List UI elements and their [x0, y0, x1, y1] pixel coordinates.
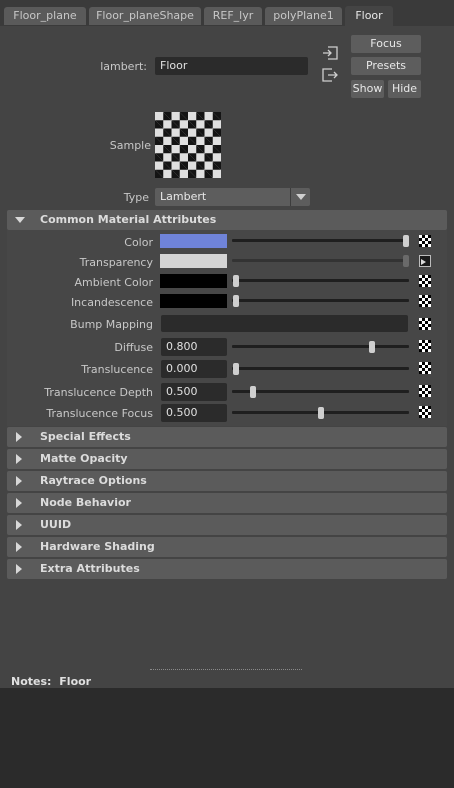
translucence-slider-handle[interactable] — [233, 363, 239, 375]
translucence-focus-label: Translucence Focus — [46, 407, 153, 420]
output-connections-icon[interactable] — [322, 68, 338, 82]
tab-polyplane1[interactable]: polyPlane1 — [265, 7, 342, 25]
section-common-material-attributes[interactable]: Common Material Attributes — [7, 210, 447, 230]
type-dropdown-value: Lambert — [160, 190, 207, 203]
triangle-right-icon — [16, 476, 22, 486]
tab-floor-plane[interactable]: Floor_plane — [4, 7, 86, 25]
sample-label: Sample — [109, 139, 151, 152]
focus-button[interactable]: Focus — [351, 35, 421, 53]
type-label: Type — [123, 191, 149, 204]
translucence-focus-field[interactable]: 0.500 — [161, 404, 227, 422]
triangle-right-icon — [16, 520, 22, 530]
notes-label-text: Notes: — [11, 675, 52, 688]
translucence-depth-slider-handle[interactable] — [250, 386, 256, 398]
tab-ref-lyr[interactable]: REF_lyr — [204, 7, 262, 25]
section-title: Extra Attributes — [40, 562, 140, 575]
notes-label: Notes: Floor — [11, 675, 91, 688]
tab-floor[interactable]: Floor — [345, 6, 393, 26]
section-extra-attributes[interactable]: Extra Attributes — [7, 559, 447, 579]
hide-button[interactable]: Hide — [388, 80, 421, 98]
incandescence-map-button[interactable] — [419, 295, 431, 307]
shader-name-field[interactable]: Floor — [155, 57, 308, 75]
diffuse-slider-handle[interactable] — [369, 341, 375, 353]
section-title: UUID — [40, 518, 72, 531]
diffuse-label: Diffuse — [114, 341, 153, 354]
presets-button[interactable]: Presets — [351, 57, 421, 75]
translucence-slider-track[interactable] — [232, 367, 409, 370]
color-slider-handle[interactable] — [403, 235, 409, 247]
ambient-color-map-button[interactable] — [419, 275, 431, 287]
translucence-depth-field[interactable]: 0.500 — [161, 383, 227, 401]
color-label: Color — [124, 236, 153, 249]
tab-floor-plane-shape[interactable]: Floor_planeShape — [89, 7, 201, 25]
transparency-slider-handle[interactable] — [403, 255, 409, 267]
bump-mapping-label: Bump Mapping — [70, 318, 153, 331]
translucence-depth-label: Translucence Depth — [44, 386, 153, 399]
section-title: Common Material Attributes — [40, 213, 217, 226]
translucence-depth-map-button[interactable] — [419, 385, 431, 397]
section-special-effects[interactable]: Special Effects — [7, 427, 447, 447]
bump-mapping-map-button[interactable] — [419, 318, 431, 330]
node-tab-bar: Floor_plane Floor_planeShape REF_lyr pol… — [0, 0, 454, 26]
ambient-color-swatch[interactable] — [160, 274, 227, 288]
section-title: Node Behavior — [40, 496, 131, 509]
triangle-right-icon — [16, 542, 22, 552]
notes-resize-handle[interactable] — [150, 669, 302, 670]
diffuse-map-button[interactable] — [419, 340, 431, 352]
section-title: Hardware Shading — [40, 540, 155, 553]
color-swatch[interactable] — [160, 234, 227, 248]
section-raytrace-options[interactable]: Raytrace Options — [7, 471, 447, 491]
diffuse-slider-track[interactable] — [232, 345, 409, 348]
translucence-focus-map-button[interactable] — [419, 406, 431, 418]
show-button[interactable]: Show — [351, 80, 384, 98]
notes-node-name: Floor — [59, 675, 92, 688]
input-connections-icon[interactable] — [322, 46, 338, 60]
transparency-slider-track[interactable] — [232, 259, 409, 262]
section-title: Raytrace Options — [40, 474, 147, 487]
translucence-field[interactable]: 0.000 — [161, 360, 227, 378]
bump-mapping-field[interactable] — [161, 315, 408, 332]
chevron-down-icon — [290, 188, 310, 206]
section-hardware-shading[interactable]: Hardware Shading — [7, 537, 447, 557]
shader-type-label: lambert: — [100, 60, 147, 73]
translucence-map-button[interactable] — [419, 362, 431, 374]
incandescence-swatch[interactable] — [160, 294, 227, 308]
triangle-right-icon — [16, 432, 22, 442]
triangle-down-icon — [15, 217, 25, 223]
ambient-color-label: Ambient Color — [74, 276, 153, 289]
incandescence-label: Incandescence — [70, 296, 153, 309]
translucence-depth-slider-track[interactable] — [232, 390, 409, 393]
incandescence-slider-handle[interactable] — [233, 295, 239, 307]
triangle-right-icon — [16, 564, 22, 574]
transparency-swatch[interactable] — [160, 254, 227, 268]
color-map-button[interactable] — [419, 235, 431, 247]
material-sample-swatch[interactable] — [155, 112, 221, 178]
triangle-right-icon — [16, 454, 22, 464]
ambient-color-slider-track[interactable] — [232, 279, 409, 282]
translucence-label: Translucence — [81, 363, 153, 376]
section-node-behavior[interactable]: Node Behavior — [7, 493, 447, 513]
triangle-right-icon — [16, 498, 22, 508]
transparency-label: Transparency — [79, 256, 153, 269]
section-title: Matte Opacity — [40, 452, 128, 465]
diffuse-field[interactable]: 0.800 — [161, 338, 227, 356]
color-slider-track[interactable] — [232, 239, 409, 242]
translucence-focus-slider-handle[interactable] — [318, 407, 324, 419]
section-uuid[interactable]: UUID — [7, 515, 447, 535]
section-title: Special Effects — [40, 430, 131, 443]
type-dropdown[interactable]: Lambert — [155, 188, 310, 206]
transparency-connection-button[interactable] — [419, 255, 431, 267]
section-matte-opacity[interactable]: Matte Opacity — [7, 449, 447, 469]
ambient-color-slider-handle[interactable] — [233, 275, 239, 287]
incandescence-slider-track[interactable] — [232, 299, 409, 302]
notes-text-area[interactable] — [0, 688, 454, 788]
